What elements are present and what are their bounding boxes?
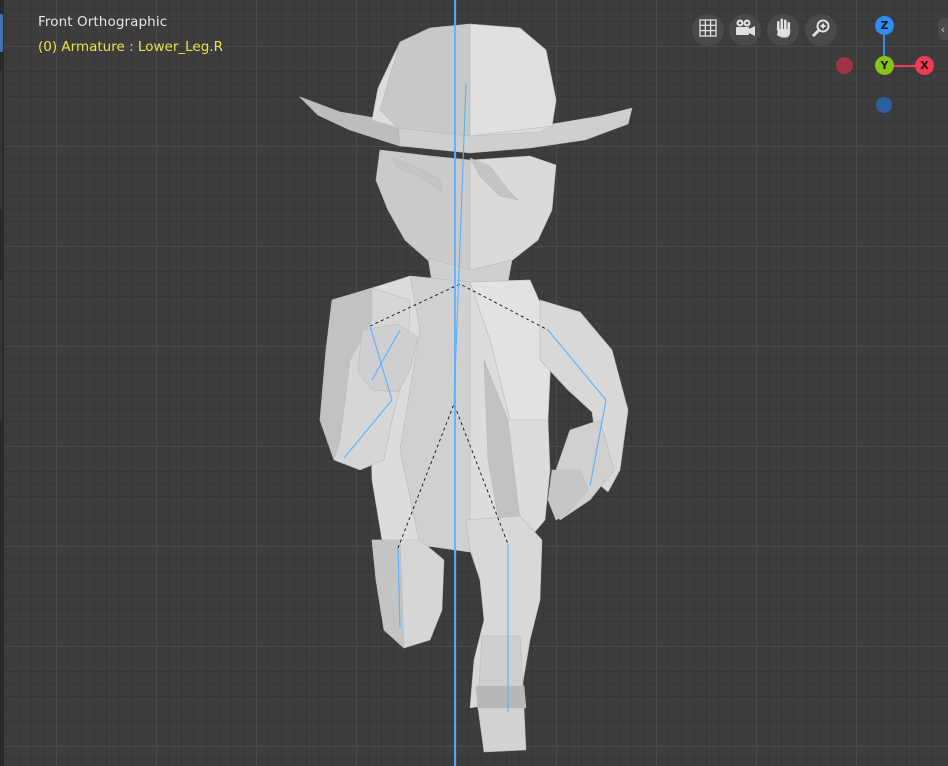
toggle-camera-view-button[interactable] — [729, 14, 761, 46]
sidebar-toggle[interactable]: ‹ — [938, 18, 948, 40]
active-object-label: (0) Armature : Lower_Leg.R — [38, 39, 223, 55]
navigation-gizmo[interactable]: Z Y X — [834, 10, 942, 120]
character-model[interactable] — [0, 0, 948, 766]
gizmo-neg-x[interactable] — [836, 57, 853, 74]
3d-viewport[interactable]: Front Orthographic (0) Armature : Lower_… — [0, 0, 948, 766]
gizmo-x-axis[interactable]: X — [915, 56, 934, 75]
hand-icon — [773, 17, 793, 43]
gizmo-y-axis[interactable]: Y — [875, 56, 894, 75]
grid-icon — [698, 18, 718, 42]
magnifier-icon — [811, 18, 831, 42]
chevron-left-icon: ‹ — [940, 22, 946, 36]
view-name-label: Front Orthographic — [38, 14, 168, 30]
character-mesh — [299, 23, 633, 753]
gizmo-z-axis[interactable]: Z — [875, 16, 894, 35]
camera-icon — [734, 18, 756, 42]
pan-view-button[interactable] — [767, 14, 799, 46]
gizmo-neg-z[interactable] — [876, 97, 892, 113]
toggle-grid-view-button[interactable] — [692, 14, 724, 46]
z-axis-line — [454, 0, 456, 766]
zoom-view-button[interactable] — [805, 14, 837, 46]
